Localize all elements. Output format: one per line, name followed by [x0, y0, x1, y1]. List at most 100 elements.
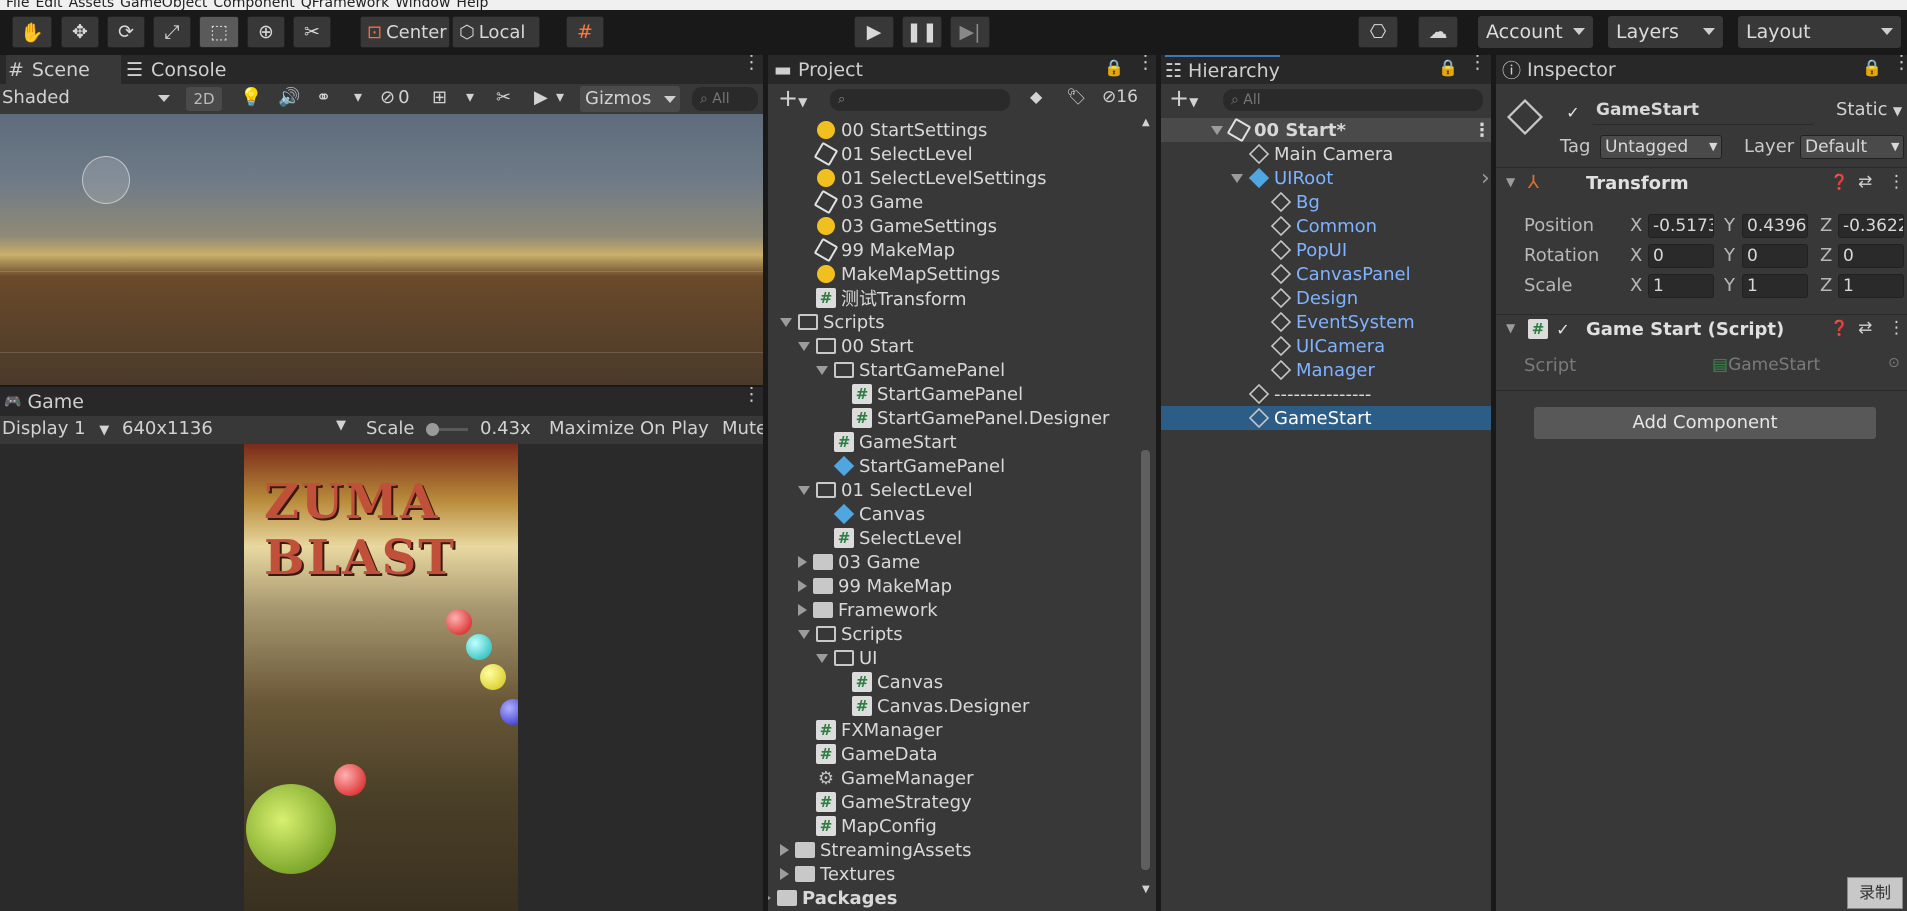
play-button[interactable]: ▶: [854, 16, 894, 48]
create-object-button[interactable]: +▼: [1169, 84, 1198, 112]
create-button[interactable]: +▼: [778, 84, 807, 112]
chevron-right-icon[interactable]: ›: [1481, 166, 1490, 191]
scale-x-field[interactable]: 1: [1648, 274, 1714, 298]
object-name-field[interactable]: GameStart: [1592, 99, 1814, 125]
tools-icon[interactable]: ✂: [496, 87, 511, 108]
chevron-down-icon[interactable]: [1231, 173, 1243, 183]
axis-z-label[interactable]: Z: [1820, 275, 1832, 296]
component-menu-icon[interactable]: ⋮: [1888, 172, 1905, 192]
chevron-right-icon[interactable]: [780, 868, 789, 880]
scene-object-gizmo[interactable]: [82, 156, 130, 204]
lock-icon[interactable]: 🔒: [1104, 58, 1124, 77]
tab-project[interactable]: ▬ Project: [774, 55, 863, 84]
chevron-down-icon[interactable]: ▼: [1506, 175, 1515, 189]
scale-y-field[interactable]: 1: [1742, 274, 1808, 298]
hierarchy-item[interactable]: PopUI: [1270, 238, 1347, 262]
menu-item[interactable]: QFramework: [301, 0, 390, 10]
transform-tool-button[interactable]: ⊕: [247, 16, 285, 48]
filter-label-icon[interactable]: 🏷: [1066, 87, 1086, 106]
rotation-y-field[interactable]: 0: [1742, 244, 1808, 268]
display-dropdown[interactable]: Display 1 ▼: [2, 418, 109, 439]
lighting-icon[interactable]: 💡: [240, 87, 262, 108]
resolution-dropdown[interactable]: 640x1136 ▼: [122, 418, 352, 439]
pause-button[interactable]: ❚❚: [902, 16, 942, 48]
scene-viewport[interactable]: [0, 114, 763, 385]
project-item[interactable]: # StartGamePanel.Designer: [852, 406, 1109, 430]
gizmos-dropdown[interactable]: Gizmos: [580, 86, 680, 112]
chevron-down-icon[interactable]: [798, 629, 810, 639]
project-item[interactable]: # SelectLevel: [834, 526, 962, 550]
tag-dropdown[interactable]: Untagged ▼: [1600, 135, 1722, 159]
hierarchy-menu-icon[interactable]: ⋮: [1468, 55, 1487, 72]
chevron-down-icon[interactable]: [816, 653, 828, 663]
scene-menu-icon[interactable]: ⋮: [1473, 120, 1491, 141]
axis-x-label[interactable]: X: [1630, 215, 1642, 236]
project-item[interactable]: StreamingAssets: [780, 838, 972, 862]
grid-icon[interactable]: ⊞: [432, 87, 447, 108]
position-x-field[interactable]: -0.5173: [1648, 214, 1714, 238]
project-search-input[interactable]: ⌕: [830, 89, 1010, 111]
project-item[interactable]: 01 SelectLevel: [813, 141, 973, 167]
project-item[interactable]: # Canvas: [852, 670, 943, 694]
project-item[interactable]: 03 GameSettings: [816, 214, 997, 238]
mute-toggle[interactable]: Mute: [722, 418, 763, 439]
hierarchy-item[interactable]: UICamera: [1270, 334, 1385, 358]
tab-hierarchy[interactable]: ☷ Hierarchy: [1165, 55, 1280, 84]
shading-dropdown[interactable]: Shaded: [2, 87, 172, 111]
menu-item[interactable]: GameObject: [120, 0, 207, 10]
hierarchy-item[interactable]: Design: [1270, 286, 1358, 310]
project-item[interactable]: Framework: [798, 598, 938, 622]
chevron-down-icon[interactable]: [816, 365, 828, 375]
game-menu-icon[interactable]: ⋮: [742, 387, 761, 404]
rotation-x-field[interactable]: 0: [1648, 244, 1714, 268]
active-checkbox[interactable]: ✓: [1564, 103, 1582, 122]
project-item[interactable]: 01 SelectLevelSettings: [816, 166, 1047, 190]
presets-icon[interactable]: ⇄: [1858, 172, 1872, 192]
script-component-header[interactable]: ▼ # ✓ Game Start (Script) ❓ ⇄ ⋮: [1496, 315, 1907, 345]
filter-type-icon[interactable]: ◆: [1030, 87, 1042, 106]
collab-button[interactable]: ⎔: [1358, 16, 1398, 48]
menu-item[interactable]: Help: [456, 0, 488, 10]
project-item[interactable]: 01 SelectLevel: [798, 478, 973, 502]
hand-tool-button[interactable]: ✋: [12, 16, 52, 48]
axis-y-label[interactable]: Y: [1724, 275, 1735, 296]
inspector-menu-icon[interactable]: ⋮: [1892, 55, 1907, 72]
tab-console[interactable]: ☰ Console: [126, 55, 226, 84]
project-menu-icon[interactable]: ⋮: [1136, 55, 1155, 72]
effects-dropdown-icon[interactable]: ▾: [354, 87, 362, 106]
hierarchy-item[interactable]: GameStart: [1161, 406, 1491, 430]
hierarchy-item[interactable]: ---------------: [1248, 382, 1371, 406]
tab-scene[interactable]: # Scene: [6, 55, 121, 84]
component-menu-icon[interactable]: ⋮: [1888, 318, 1905, 338]
axis-x-label[interactable]: X: [1630, 275, 1642, 296]
project-item[interactable]: # FXManager: [816, 718, 943, 742]
camera-dropdown-icon[interactable]: ▾: [556, 87, 564, 106]
project-item[interactable]: 00 Start: [798, 334, 914, 358]
project-item[interactable]: 99 MakeMap: [813, 237, 955, 263]
scene-menu-icon[interactable]: ⋮: [742, 55, 761, 72]
axis-y-label[interactable]: Y: [1724, 215, 1735, 236]
position-z-field[interactable]: -0.3622: [1838, 214, 1904, 238]
project-item[interactable]: Scripts: [798, 622, 903, 646]
chevron-right-icon[interactable]: [798, 556, 807, 568]
menu-item[interactable]: Component: [213, 0, 294, 10]
chevron-right-icon[interactable]: [798, 580, 807, 592]
hierarchy-item[interactable]: Manager: [1270, 358, 1375, 382]
mode-2d-toggle[interactable]: 2D: [186, 87, 222, 111]
hierarchy-item[interactable]: Bg: [1270, 190, 1320, 214]
project-item[interactable]: UI: [816, 646, 877, 670]
tab-inspector[interactable]: ⓘ Inspector: [1502, 55, 1616, 84]
project-item[interactable]: # StartGamePanel: [852, 382, 1023, 406]
project-item[interactable]: StartGamePanel: [816, 358, 1005, 382]
rect-tool-button[interactable]: ⬚: [199, 16, 239, 48]
project-item[interactable]: Canvas: [833, 502, 925, 526]
project-item[interactable]: 03 Game: [798, 550, 920, 574]
project-item[interactable]: Textures: [780, 862, 895, 886]
grid-snap-button[interactable]: #: [566, 16, 604, 48]
scene-row[interactable]: 00 Start* ⋮: [1161, 117, 1491, 143]
step-button[interactable]: ▶|: [950, 16, 990, 48]
help-icon[interactable]: ❓: [1830, 319, 1849, 337]
static-toggle[interactable]: Static ▼: [1836, 99, 1902, 120]
lock-icon[interactable]: 🔒: [1862, 58, 1882, 77]
project-item[interactable]: MakeMapSettings: [816, 262, 1000, 286]
